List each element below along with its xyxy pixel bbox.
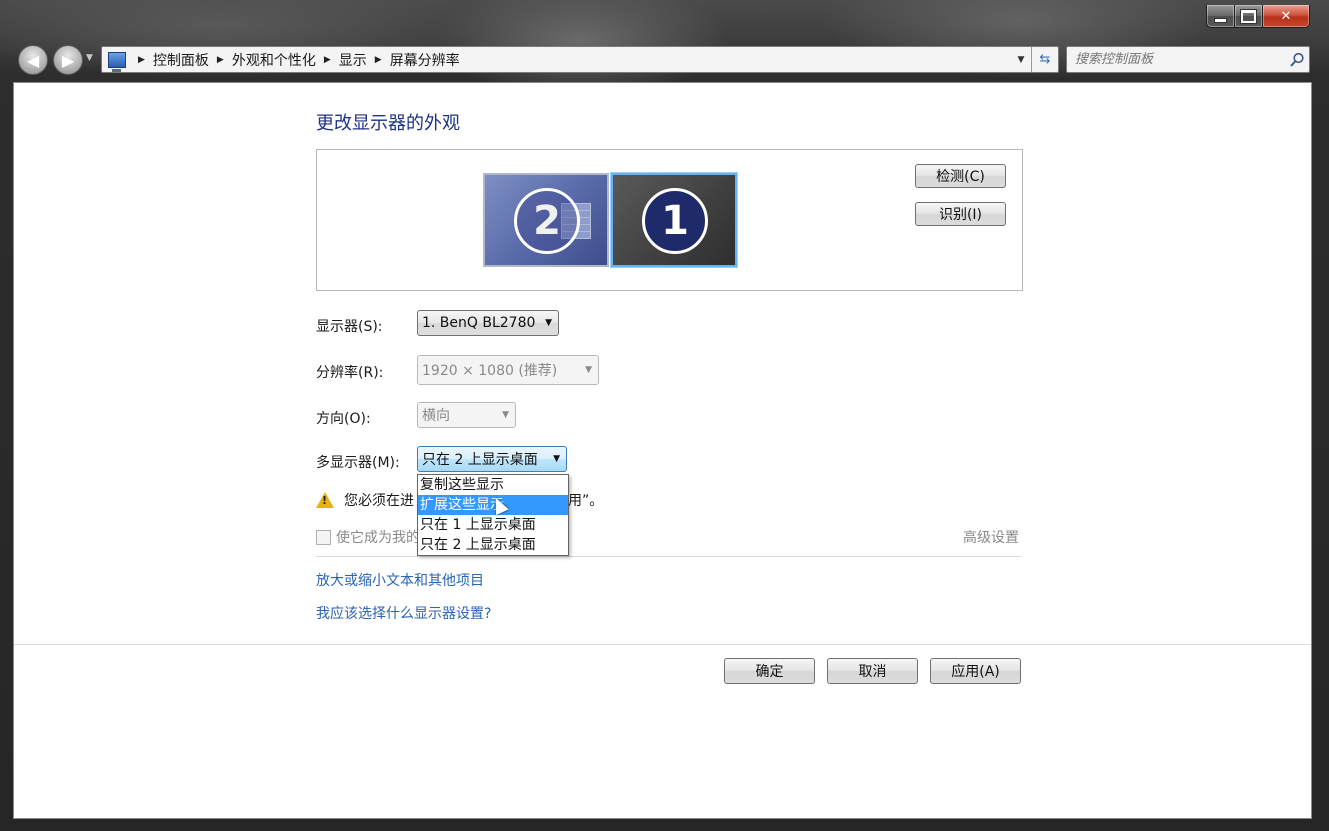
display-label: 显示器(S): [316, 319, 383, 335]
dropdown-option-only-2[interactable]: 只在 2 上显示桌面 [418, 535, 568, 555]
back-button[interactable]: ◀ [18, 45, 48, 75]
detect-button[interactable]: 检测(C) [915, 164, 1006, 188]
orientation-select-value: 横向 [422, 408, 450, 424]
monitor-number: 2 [514, 188, 580, 254]
chevron-right-icon[interactable]: ▶ [375, 55, 382, 65]
close-icon: ✕ [1280, 8, 1292, 24]
chevron-down-icon: ▼ [585, 365, 592, 375]
history-dropdown-icon[interactable]: ▼ [86, 53, 93, 63]
chevron-right-icon[interactable]: ▶ [324, 55, 331, 65]
page-title: 更改显示器的外观 [316, 113, 460, 134]
window-frame: ✕ ◀ ▶ ▼ ▶ 控制面板 ▶ 外观和个性化 ▶ 显示 ▶ 屏幕分辨率 ▼ ⇆… [0, 0, 1329, 831]
warning-icon [316, 492, 334, 508]
search-input[interactable] [1067, 51, 1285, 68]
primary-display-option: 使它成为我的 [316, 527, 420, 547]
resolution-label: 分辨率(R): [316, 365, 384, 381]
resolution-select-value: 1920 × 1080 (推荐) [422, 363, 558, 379]
text-size-link[interactable]: 放大或缩小文本和其他项目 [316, 570, 484, 590]
display-select-value: 1. BenQ BL2780 [422, 315, 536, 331]
advanced-settings-link[interactable]: 高级设置 [963, 527, 1019, 547]
primary-display-label: 使它成为我的 [336, 530, 420, 546]
multiple-displays-select[interactable]: 只在 2 上显示桌面 ▼ [417, 446, 567, 472]
multiple-displays-dropdown-list: 复制这些显示 扩展这些显示 只在 1 上显示桌面 只在 2 上显示桌面 [417, 474, 569, 556]
control-panel-icon [108, 51, 126, 72]
cancel-button[interactable]: 取消 [827, 658, 918, 684]
dropdown-option-only-1[interactable]: 只在 1 上显示桌面 [418, 515, 568, 535]
chevron-right-icon[interactable]: ▶ [138, 55, 145, 65]
divider [14, 644, 1311, 645]
breadcrumb-screen-resolution[interactable]: 屏幕分辨率 [390, 50, 460, 70]
back-arrow-icon: ◀ [26, 50, 40, 70]
chevron-down-icon: ▼ [545, 318, 552, 328]
apply-button[interactable]: 应用(A) [930, 658, 1021, 684]
monitor-number: 1 [642, 188, 708, 254]
divider [316, 556, 1021, 557]
maximize-icon [1240, 8, 1257, 24]
address-bar[interactable]: ▶ 控制面板 ▶ 外观和个性化 ▶ 显示 ▶ 屏幕分辨率 ▼ ⇆ [101, 46, 1059, 73]
refresh-button[interactable]: ⇆ [1031, 47, 1058, 72]
address-dropdown-icon[interactable]: ▼ [1011, 55, 1031, 65]
refresh-icon: ⇆ [1039, 52, 1051, 67]
chevron-down-icon: ▼ [502, 410, 509, 420]
display-select[interactable]: 1. BenQ BL2780 ▼ [417, 310, 559, 336]
chevron-down-icon: ▼ [553, 454, 560, 464]
monitor-2-thumbnail[interactable]: 2 [483, 173, 609, 267]
content-area: 更改显示器的外观 2 1 检测(C) 识别(I) 显示器(S): 1. BenQ… [13, 82, 1312, 819]
search-icon[interactable] [1285, 52, 1309, 68]
orientation-select[interactable]: 横向 ▼ [417, 402, 516, 428]
multiple-displays-select-value: 只在 2 上显示桌面 [422, 452, 538, 468]
resolution-select[interactable]: 1920 × 1080 (推荐) ▼ [417, 355, 599, 385]
maximize-button[interactable] [1235, 5, 1263, 28]
breadcrumb-control-panel[interactable]: 控制面板 [153, 50, 209, 70]
multiple-displays-label: 多显示器(M): [316, 455, 400, 471]
identify-button[interactable]: 识别(I) [915, 202, 1006, 226]
breadcrumb-appearance[interactable]: 外观和个性化 [232, 50, 316, 70]
monitor-1-thumbnail[interactable]: 1 [611, 173, 737, 267]
display-settings-help-link[interactable]: 我应该选择什么显示器设置? [316, 603, 491, 623]
ok-button[interactable]: 确定 [724, 658, 815, 684]
forward-button[interactable]: ▶ [53, 45, 83, 75]
chevron-right-icon[interactable]: ▶ [217, 55, 224, 65]
minimize-icon [1214, 17, 1227, 23]
search-box[interactable] [1066, 46, 1310, 73]
caption-buttons: ✕ [1206, 5, 1310, 29]
close-button[interactable]: ✕ [1263, 5, 1310, 28]
monitor-arrangement-panel: 2 1 检测(C) 识别(I) [316, 149, 1023, 291]
minimize-button[interactable] [1206, 5, 1235, 28]
forward-arrow-icon: ▶ [61, 50, 75, 70]
breadcrumb-display[interactable]: 显示 [339, 50, 367, 70]
warning-text-start: 您必须在进 [344, 493, 414, 509]
primary-display-checkbox[interactable] [316, 529, 331, 545]
orientation-label: 方向(O): [316, 411, 371, 427]
dropdown-option-duplicate[interactable]: 复制这些显示 [418, 475, 568, 495]
